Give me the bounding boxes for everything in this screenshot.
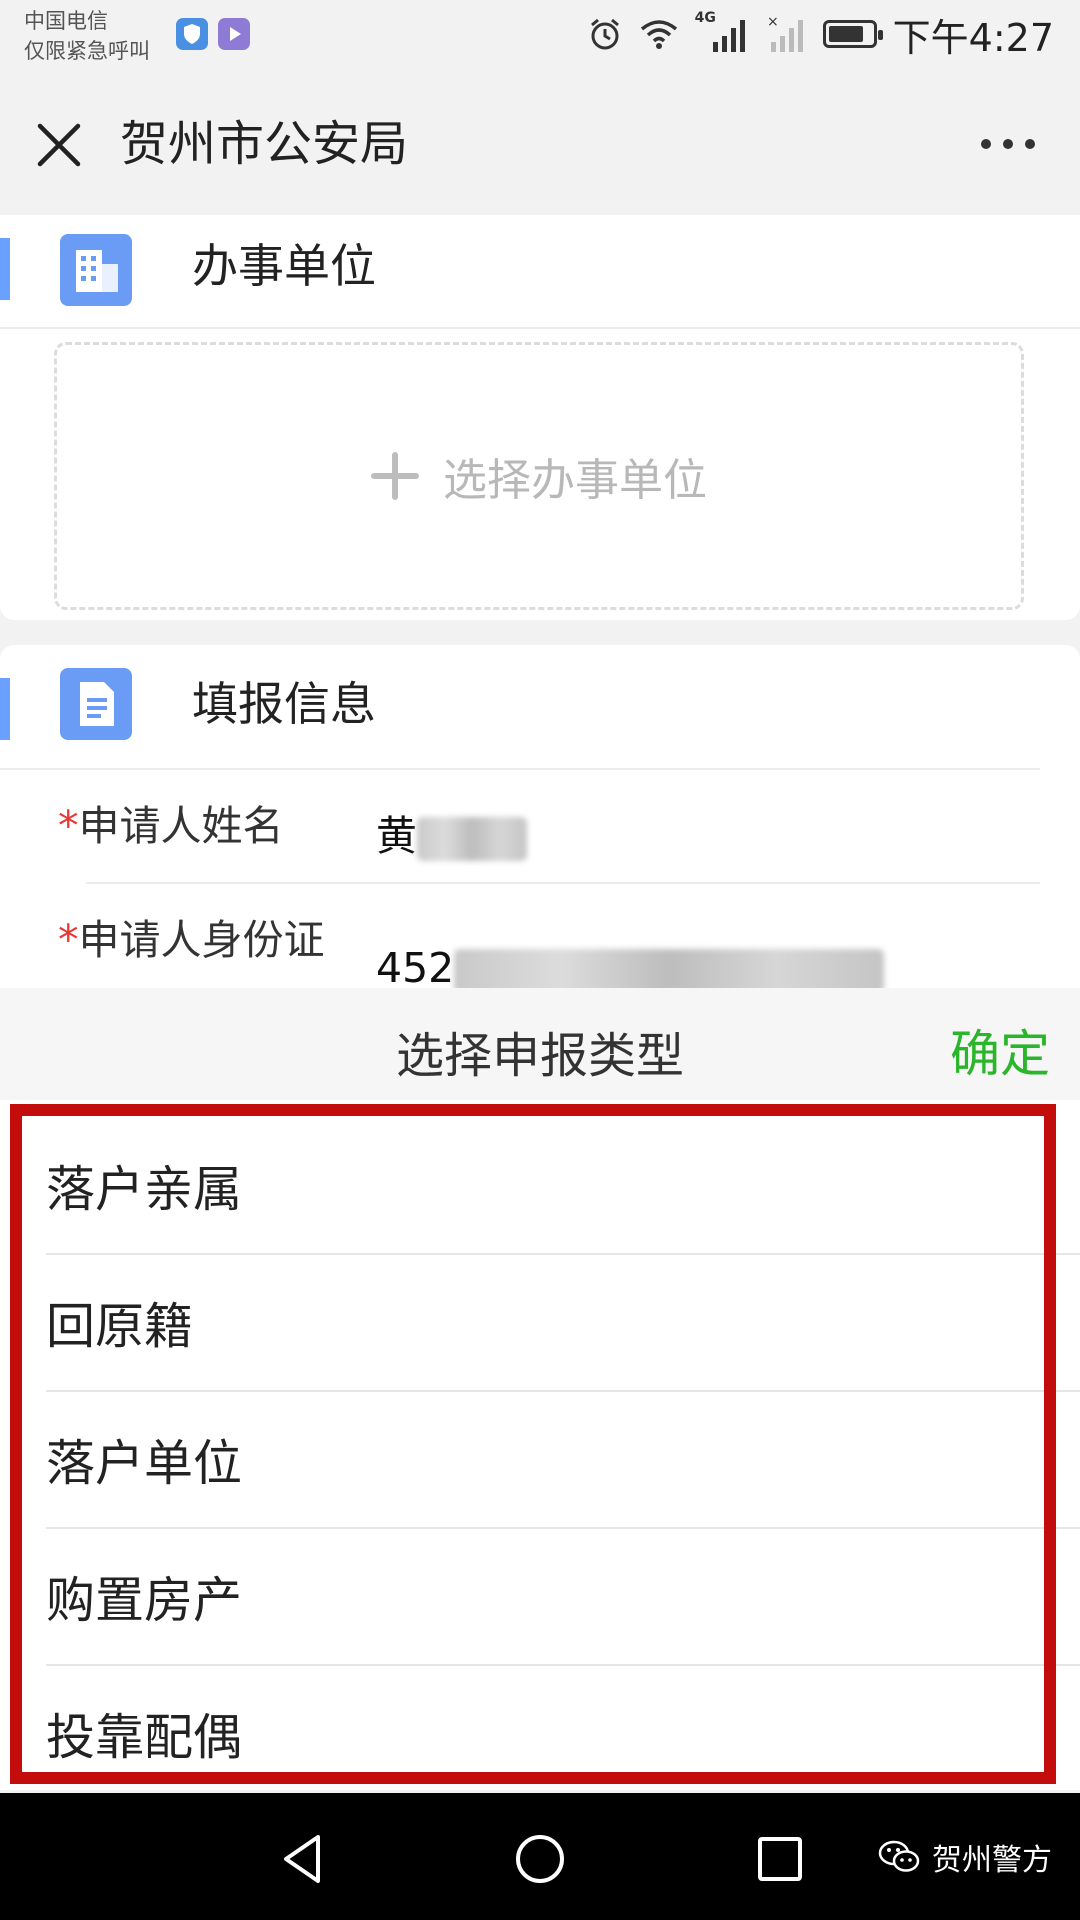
svg-text:×: × [767, 14, 779, 30]
page-title: 贺州市公安局 [120, 116, 409, 172]
redacted-blur [417, 817, 527, 861]
shield-app-icon [176, 18, 208, 50]
navigation-bar: 贺州警方 [0, 1793, 1080, 1920]
field-label-text: 申请人姓名 [78, 802, 284, 850]
applicant-name-value: 黄 [376, 812, 417, 860]
required-mark: * [58, 802, 79, 850]
carrier-name: 中国电信 [24, 9, 108, 33]
building-icon [60, 234, 132, 306]
select-office-button[interactable]: 选择办事单位 [54, 342, 1024, 610]
emergency-only-text: 仅限紧急呼叫 [24, 39, 150, 63]
battery-icon [822, 20, 883, 48]
divider [0, 768, 1040, 770]
required-mark: * [58, 916, 79, 964]
carrier-info: 中国电信 仅限紧急呼叫 [24, 6, 150, 66]
watermark: 贺州警方 [878, 1835, 1052, 1879]
applicant-name-label: *申请人姓名 [58, 798, 284, 854]
section-accent-bar [0, 678, 10, 740]
divider [0, 327, 1080, 329]
office-section-title: 办事单位 [192, 239, 376, 293]
alarm-icon [590, 18, 619, 50]
form-section-title: 填报信息 [192, 677, 376, 731]
applicant-id-field[interactable]: 452 [376, 944, 885, 993]
signal-4g-icon: 4G [695, 10, 751, 54]
wifi-icon [640, 20, 677, 49]
applicant-id-value: 452 [376, 944, 455, 992]
document-icon [60, 668, 132, 740]
plus-icon [371, 452, 419, 500]
back-icon[interactable] [270, 1827, 334, 1891]
status-bar: 中国电信 仅限紧急呼叫 4G × 下午4:27 [0, 0, 1080, 70]
title-bar: 贺州市公安局 [0, 70, 1080, 215]
close-icon[interactable] [32, 118, 86, 172]
battery-level [828, 26, 863, 42]
section-accent-bar [0, 238, 10, 300]
more-options-icon[interactable] [978, 134, 1038, 154]
redacted-blur [454, 949, 885, 993]
confirm-button[interactable]: 确定 [950, 1014, 1050, 1086]
recent-apps-icon[interactable] [748, 1827, 812, 1891]
field-label-text: 申请人身份证 [78, 916, 325, 964]
signal-no-service-icon: × [767, 14, 803, 52]
wechat-icon [878, 1840, 920, 1872]
divider [86, 882, 1040, 884]
clock: 下午4:27 [892, 15, 1054, 60]
video-app-icon [218, 18, 250, 50]
home-icon[interactable] [508, 1827, 572, 1891]
select-office-label: 选择办事单位 [443, 455, 707, 506]
applicant-name-field[interactable]: 黄 [376, 802, 527, 862]
watermark-text: 贺州警方 [932, 1843, 1052, 1878]
status-icons: 4G × 下午4:27 [587, 10, 1054, 60]
applicant-id-label: *申请人身份证 [58, 912, 325, 968]
highlight-box [10, 1104, 1056, 1784]
sheet-header: 选择申报类型 确定 [0, 988, 1080, 1100]
sheet-title: 选择申报类型 [395, 1028, 684, 1084]
